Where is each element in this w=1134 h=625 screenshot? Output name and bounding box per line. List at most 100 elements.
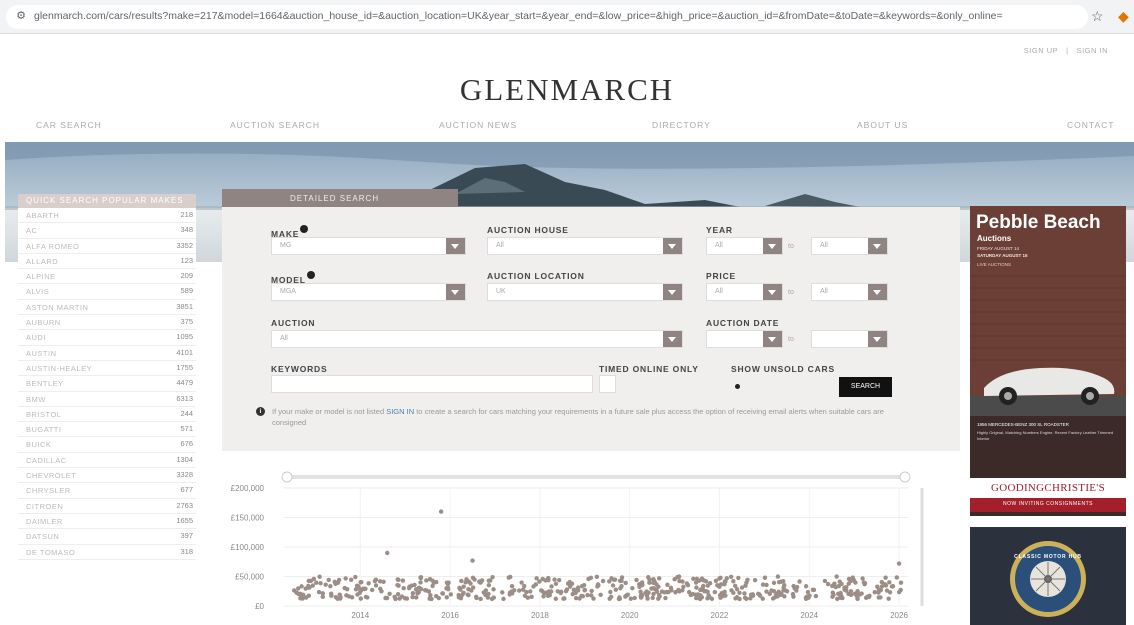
chevron-down-icon: [663, 238, 682, 254]
sale-price-point: [314, 580, 319, 585]
nav-auction-search[interactable]: AUCTION SEARCH: [230, 120, 320, 130]
sale-price-point: [383, 595, 388, 601]
keywords-input[interactable]: [271, 375, 593, 393]
pebble-beach-title: Pebble Beach: [976, 212, 1101, 233]
nav-car-search[interactable]: CAR SEARCH: [36, 120, 102, 130]
make-list-item[interactable]: DAIMLER 1655: [18, 513, 196, 530]
price-to-select[interactable]: All: [811, 283, 888, 301]
pebble-beach-ad[interactable]: Pebble Beach Auctions FRIDAY AUGUST 14 S…: [970, 206, 1126, 516]
browser-address-bar: ⚙ glenmarch.com/cars/results?make=217&mo…: [0, 0, 1134, 34]
make-list-item[interactable]: BENTLEY 4479: [18, 376, 196, 392]
auction-date-from[interactable]: [706, 330, 783, 348]
make-list-item[interactable]: ALLARD 123: [18, 253, 196, 270]
sale-price-point: [407, 584, 412, 589]
make-list-item[interactable]: ALFA ROMEO 3352: [18, 238, 196, 254]
sale-price-point: [546, 577, 551, 583]
year-to-select[interactable]: All: [811, 237, 888, 255]
make-select[interactable]: MG: [271, 237, 466, 255]
sale-price-point: [571, 587, 577, 592]
sign-up-link[interactable]: SIGN UP: [1024, 46, 1058, 55]
x-tick-label: 2026: [890, 611, 908, 620]
tab-detailed-search[interactable]: DETAILED SEARCH: [222, 189, 458, 208]
auction-location-select[interactable]: UK: [487, 283, 683, 301]
url-text[interactable]: glenmarch.com/cars/results?make=217&mode…: [34, 10, 1054, 22]
year-from-select[interactable]: All: [706, 237, 783, 255]
sale-price-point: [854, 590, 860, 596]
tune-icon[interactable]: ⚙: [14, 9, 28, 23]
sign-in-link[interactable]: SIGN IN: [1077, 46, 1108, 55]
nav-auction-news[interactable]: AUCTION NEWS: [439, 120, 517, 130]
sale-price-point: [698, 593, 703, 598]
timed-online-checkbox[interactable]: [599, 375, 616, 393]
nav-contact[interactable]: CONTACT: [1067, 120, 1114, 130]
sale-price-point: [650, 595, 655, 601]
extension-icon[interactable]: ◆: [1118, 8, 1129, 25]
search-button[interactable]: SEARCH: [839, 377, 892, 397]
price-from-select[interactable]: All: [706, 283, 783, 301]
make-list-item[interactable]: BRISTOL 244: [18, 406, 196, 423]
make-list-item[interactable]: AUBURN 375: [18, 315, 196, 331]
make-list-item[interactable]: CHEVROLET 3328: [18, 468, 196, 484]
auction-select[interactable]: All: [271, 330, 683, 348]
pebble-car-detail: Highly Original, Matching Numbers Engine…: [977, 430, 1114, 441]
make-name: AUSTIN-HEALEY: [26, 363, 93, 373]
sale-price-point: [699, 586, 705, 592]
auction-house-select[interactable]: All: [487, 237, 683, 255]
sale-price-point: [424, 578, 429, 583]
sale-price-point: [608, 589, 613, 595]
auction-date-to[interactable]: [811, 330, 888, 348]
make-list-item[interactable]: BUICK 676: [18, 437, 196, 453]
sale-price-point: [415, 590, 420, 595]
sale-price-point: [525, 595, 531, 600]
sale-price-point: [346, 594, 352, 599]
sale-price-point: [896, 561, 902, 566]
chevron-down-icon: [868, 238, 887, 254]
make-list-item[interactable]: AUSTIN-HEALEY 1755: [18, 360, 196, 377]
make-list-item[interactable]: AUSTIN 4101: [18, 345, 196, 361]
year-from-value: All: [715, 242, 723, 249]
sale-price-point: [372, 578, 378, 584]
sale-price-point: [556, 577, 562, 583]
bookmark-star-icon[interactable]: ☆: [1091, 8, 1104, 25]
make-list-item[interactable]: ASTON MARTIN 3851: [18, 299, 196, 316]
make-list-item[interactable]: ABARTH 218: [18, 208, 196, 224]
date-range-start-handle[interactable]: [281, 471, 293, 483]
sale-price-point: [771, 588, 777, 594]
make-name: BMW: [26, 394, 46, 404]
make-list-item[interactable]: AUDI 1095: [18, 330, 196, 346]
sale-price-point: [541, 594, 546, 599]
makes-list: ABARTH 218 AC 348 ALFA ROMEO 3352 ALLARD 123 ALP…: [18, 208, 196, 560]
classic-motor-hub-ad[interactable]: CLASSIC MOTOR HUB: [970, 527, 1126, 625]
make-list-item[interactable]: DE TOMASO 318: [18, 544, 196, 560]
make-list-item[interactable]: AC 348: [18, 223, 196, 239]
x-tick-label: 2014: [351, 611, 369, 620]
date-range-end-handle[interactable]: [899, 471, 911, 483]
sale-price-point: [647, 580, 652, 585]
sale-price-point: [723, 593, 728, 598]
link-separator: |: [1066, 46, 1069, 55]
make-list-item[interactable]: DATSUN 397: [18, 529, 196, 545]
sale-price-point: [752, 578, 758, 583]
make-list-item[interactable]: CITROEN 2763: [18, 498, 196, 514]
make-list-item[interactable]: ALPINE 209: [18, 269, 196, 285]
sale-price-point: [468, 581, 473, 586]
make-list-item[interactable]: BUGATTI 571: [18, 422, 196, 438]
sale-price-point: [651, 586, 657, 591]
make-list-item[interactable]: CADILLAC 1304: [18, 452, 196, 469]
sale-price-point: [579, 583, 585, 589]
make-list-item[interactable]: ALVIS 589: [18, 284, 196, 300]
model-select[interactable]: MGA: [271, 283, 466, 301]
make-count: 397: [180, 531, 193, 541]
sale-price-point: [486, 583, 492, 588]
nav-directory[interactable]: DIRECTORY: [652, 120, 711, 130]
show-unsold-radio[interactable]: [735, 384, 740, 389]
sale-price-point: [395, 577, 400, 582]
sign-in-inline-link[interactable]: SIGN IN: [386, 407, 414, 416]
make-list-item[interactable]: BMW 6313: [18, 391, 196, 407]
auction-location-value: UK: [496, 288, 506, 295]
make-list-item[interactable]: CHRYSLER 677: [18, 483, 196, 499]
auction-date-label: AUCTION DATE: [706, 318, 780, 328]
nav-about-us[interactable]: ABOUT US: [857, 120, 908, 130]
site-logo[interactable]: GLENMARCH: [0, 72, 1134, 108]
make-name: DATSUN: [26, 532, 60, 542]
